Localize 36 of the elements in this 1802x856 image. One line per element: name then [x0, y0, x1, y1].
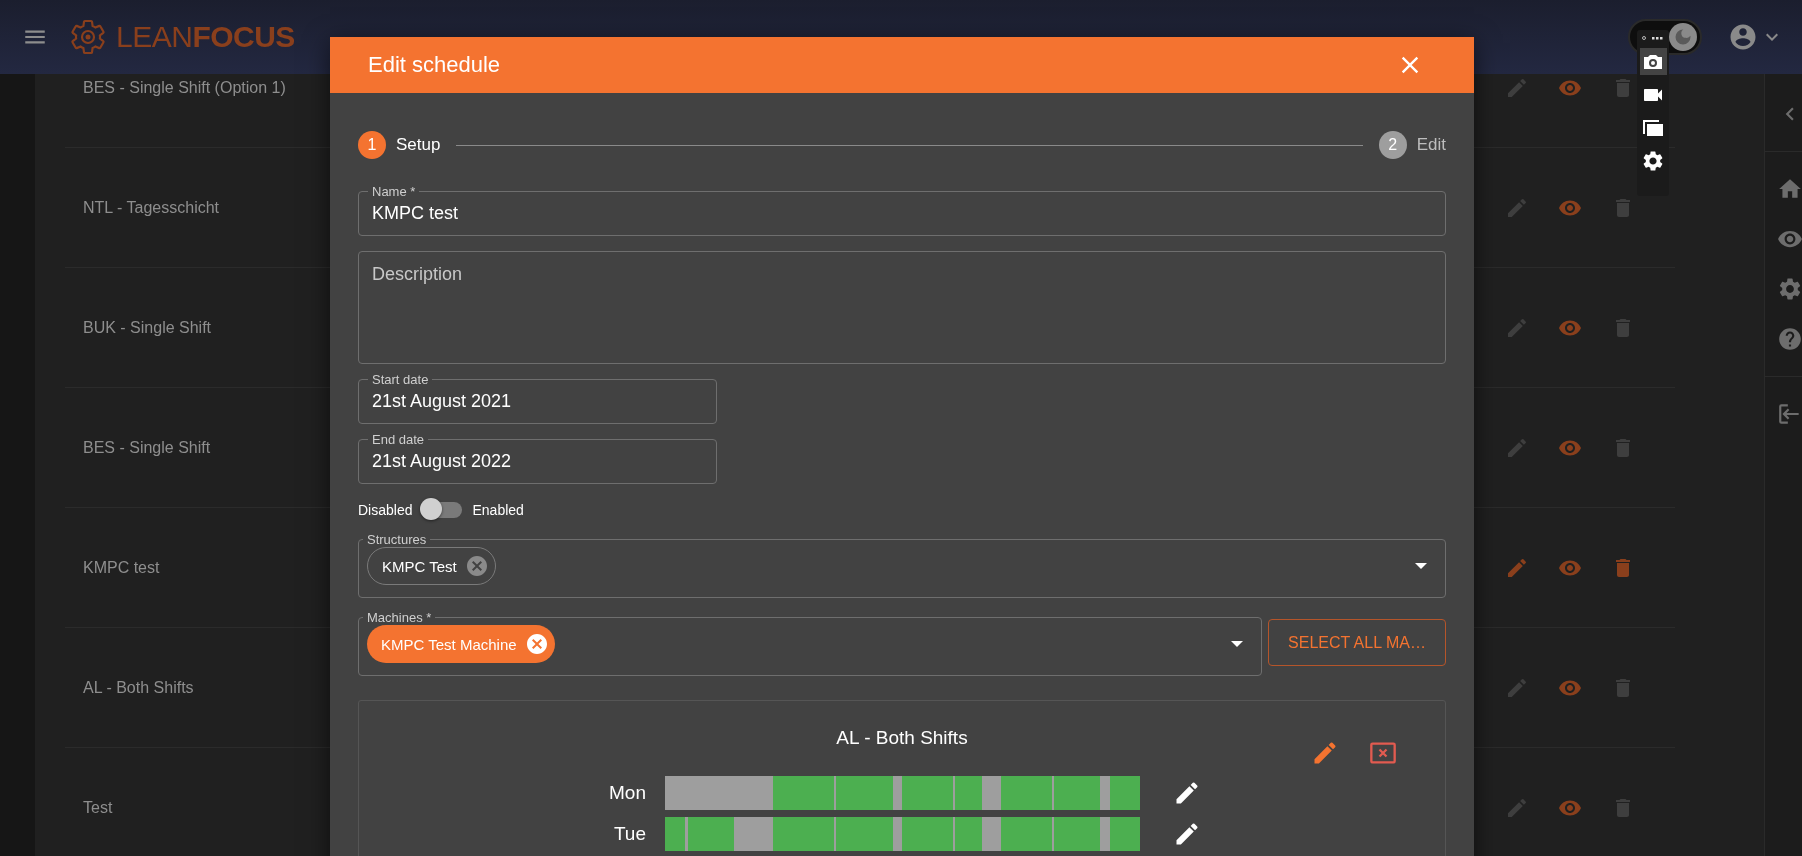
schedule-name: NTL - Tagesschicht	[83, 198, 220, 217]
day-label: Tue	[612, 823, 646, 845]
card-title: AL - Both Shifts	[836, 726, 968, 750]
dialog-title: Edit schedule	[368, 52, 502, 78]
settings-icon	[1641, 148, 1665, 173]
logout-icon[interactable]	[1777, 401, 1802, 427]
remove-icon[interactable]	[524, 632, 549, 656]
schedule-name: BES - Single Shift (Option 1)	[83, 78, 286, 97]
description-field[interactable]: Description	[358, 251, 1446, 364]
select-all-button[interactable]: SELECT ALL MA…	[1268, 619, 1446, 666]
dropdown-icon[interactable]	[1231, 641, 1243, 647]
step[interactable]: 1 Setup	[358, 131, 441, 159]
schedule-name: AL - Both Shifts	[83, 678, 194, 697]
structures-select[interactable]: Structures KMPC Test	[358, 532, 1446, 598]
logo-text: LEANFOCUS	[116, 20, 295, 54]
capture-tool-button[interactable]	[1639, 48, 1667, 75]
settings-icon[interactable]	[1777, 276, 1802, 302]
moon-icon	[1673, 27, 1693, 47]
schedule-name: BES - Single Shift	[83, 438, 211, 457]
end-date-field[interactable]: End date 21st August 2022	[358, 432, 717, 484]
start-date-field[interactable]: Start date 21st August 2021	[358, 372, 717, 424]
gear-logo-icon	[68, 17, 108, 57]
machines-select[interactable]: Machines * KMPC Test Machine	[358, 610, 1262, 676]
remove-icon[interactable]	[464, 554, 489, 578]
step[interactable]: 2 Edit	[1378, 131, 1446, 159]
toggle-label: Enabled	[472, 502, 524, 518]
schedule-name: KMPC test	[83, 558, 160, 577]
toggle-label: Disabled	[358, 502, 413, 518]
account-icon[interactable]	[1728, 22, 1758, 52]
schedule-name: Test	[83, 798, 113, 817]
help-icon[interactable]	[1777, 326, 1802, 352]
day-label: Mon	[608, 782, 646, 804]
dropdown-icon[interactable]	[1415, 563, 1427, 569]
schedule-name: BUK - Single Shift	[83, 318, 212, 337]
more-icon[interactable]	[1641, 34, 1665, 42]
name-field[interactable]: Name * KMPC test	[358, 184, 1446, 236]
